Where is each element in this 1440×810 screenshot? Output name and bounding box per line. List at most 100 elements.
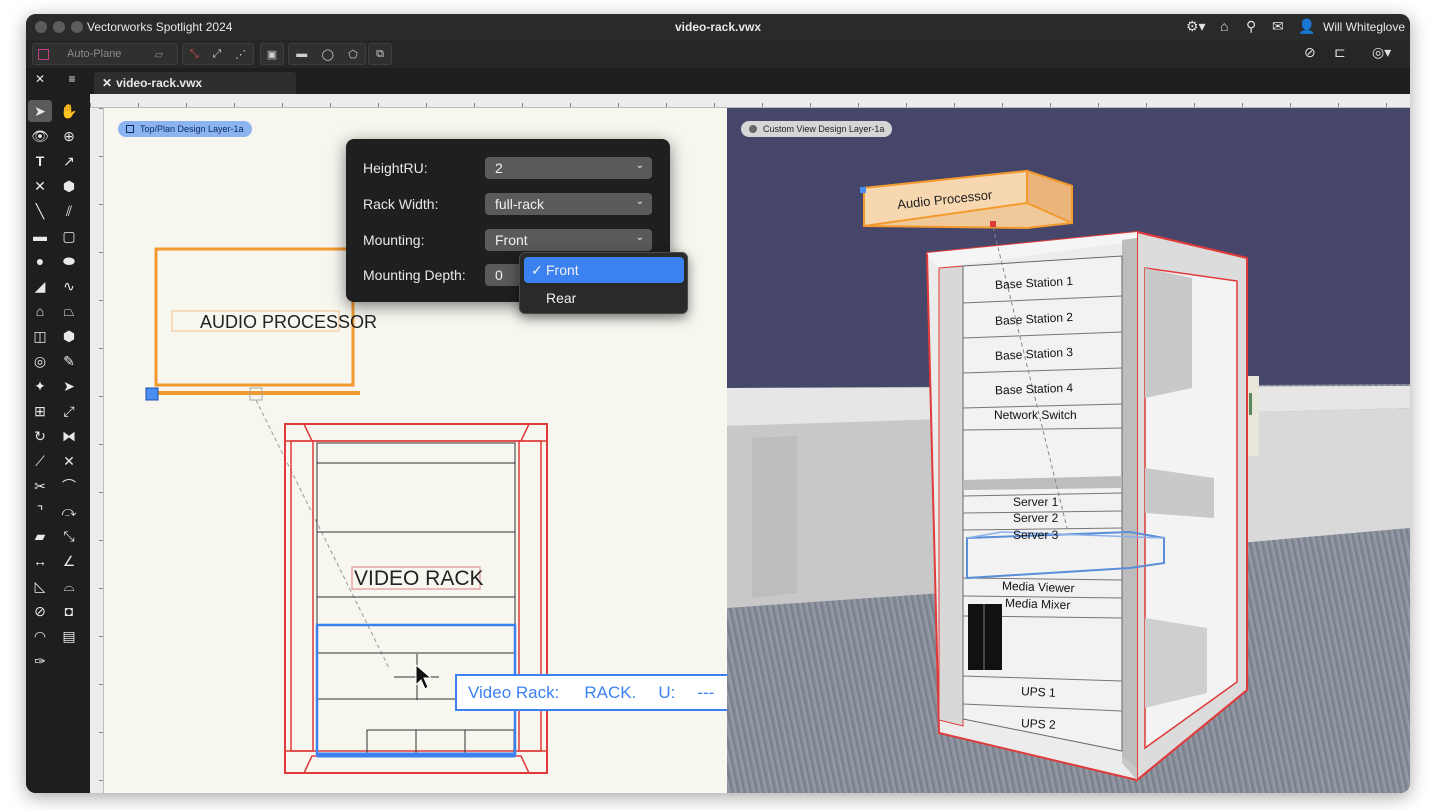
truss-tool-icon[interactable]: ▤ [57, 625, 81, 647]
offset-tool-icon[interactable]: ⤼ [57, 500, 81, 522]
mounting-depth-label: Mounting Depth: [363, 267, 466, 283]
oval-tool-icon[interactable]: ⬬ [57, 250, 81, 272]
snap-to-object-icon[interactable]: ⤡ [190, 48, 199, 61]
text-tool-icon[interactable]: T [28, 150, 52, 172]
locus-tool-icon[interactable]: ✕ [28, 175, 52, 197]
area-tool-icon[interactable]: ◺ [28, 575, 52, 597]
rack-item-label: Base Station 4 [994, 380, 1074, 398]
visibility-icon[interactable]: ⊘ [1304, 44, 1316, 61]
search-icon[interactable]: ⚲ [1246, 18, 1256, 35]
rectangle-marquee-icon[interactable]: ▬ [296, 48, 307, 60]
data-bar-name: Video Rack: [468, 682, 560, 702]
palette-menu-icon[interactable]: ≡ [60, 68, 84, 90]
checkmark-icon: ✓ [531, 261, 543, 278]
rack-item-label: Media Viewer [1001, 578, 1075, 596]
magic-wand-tool-icon[interactable]: ✦ [28, 375, 52, 397]
data-bar-type: RACK. [584, 682, 637, 702]
render-options-icon[interactable]: ◎▾ [1372, 44, 1391, 61]
close-window-button[interactable] [35, 21, 47, 33]
move-tool-icon[interactable]: ⊞ [28, 400, 52, 422]
arc-tool-icon[interactable]: ◢ [28, 275, 52, 297]
mounting-option-rear[interactable]: Rear [524, 285, 684, 311]
snap-to-points-icon[interactable]: ⋰ [235, 48, 246, 61]
rack-item-label: Server 1 [1013, 495, 1059, 509]
attribute-mapping-tool-icon[interactable]: ✑ [28, 650, 52, 672]
snap-group: ⤡ ⤢ ⋰ [182, 43, 254, 65]
polygon-tool-icon[interactable]: ⏢ [57, 300, 81, 322]
spiral-tool-icon[interactable]: ◎ [28, 350, 52, 372]
auto-plane-button[interactable]: Auto-Plane ▱ [32, 43, 178, 65]
lasso-icon[interactable]: ◯ [322, 48, 334, 61]
no-entry-tool-icon[interactable]: ⊘ [28, 600, 52, 622]
double-polyline-tool-icon[interactable]: ◫ [28, 325, 52, 347]
stage-tool-icon[interactable]: ◠ [28, 625, 52, 647]
line-tool-icon[interactable]: ╲ [28, 200, 52, 222]
split-tool-icon[interactable]: ✕ [57, 450, 81, 472]
mail-icon[interactable]: ✉ [1272, 18, 1284, 35]
fillet-tool-icon[interactable]: ⌒ [57, 475, 81, 497]
circle-tool-icon[interactable]: ● [28, 250, 52, 272]
selection-tool-icon[interactable]: ➤ [28, 100, 52, 122]
custom-3d-viewport[interactable]: Custom View Design Layer-1a Audio Proces… [727, 108, 1410, 793]
eyedropper-tool-icon[interactable]: ✎ [57, 350, 81, 372]
freehand-tool-icon[interactable]: ∿ [57, 275, 81, 297]
close-palette-icon[interactable]: ✕ [28, 68, 52, 90]
close-tab-icon[interactable]: ✕ [102, 76, 112, 90]
option-label: Front [546, 262, 579, 278]
symbol-insertion-tool-icon[interactable]: ◘ [57, 600, 81, 622]
plane-icon [38, 49, 49, 60]
custom-view-badge[interactable]: Custom View Design Layer-1a [741, 121, 893, 137]
snap-to-grid-icon[interactable]: ⤢ [212, 48, 221, 61]
crop-icon[interactable]: ⊏ [1334, 44, 1346, 61]
mounting-select[interactable]: Front ⌄ [485, 229, 652, 251]
gear-icon[interactable]: ⚙▾ [1186, 18, 1206, 35]
flyover-tool-icon[interactable]: 👁 [28, 125, 52, 147]
layer-options-icon[interactable]: ▣ [260, 43, 284, 65]
mounting-value: Front [495, 232, 528, 248]
user-icon[interactable]: 👤 [1298, 18, 1315, 35]
connect-tool-icon[interactable]: ⤡ [57, 525, 81, 547]
polygon-marquee-icon[interactable]: ⬠ [348, 48, 358, 61]
visibility-tool-icon[interactable]: ➤ [57, 375, 81, 397]
document-tab[interactable]: ✕ video-rack.vwx [94, 72, 296, 94]
mounting-option-front[interactable]: ✓ Front [524, 257, 684, 283]
title-bar: Vectorworks Spotlight 2024 video-rack.vw… [26, 14, 1410, 40]
rendered-scene [727, 108, 1410, 793]
regular-polygon-tool-icon[interactable]: ⬢ [57, 325, 81, 347]
zoom-window-button[interactable] [71, 21, 83, 33]
eraser-tool-icon[interactable]: ▰ [28, 525, 52, 547]
app-window: Vectorworks Spotlight 2024 video-rack.vw… [26, 14, 1410, 793]
angle-dimension-tool-icon[interactable]: ∠ [57, 550, 81, 572]
curve-tool-icon[interactable]: ⌓ [57, 575, 81, 597]
polyline-tool-icon[interactable]: ⌂ [28, 300, 52, 322]
chevron-down-icon: ⌄ [635, 196, 644, 207]
3d-locus-tool-icon[interactable]: ⬢ [57, 175, 81, 197]
rectangle-tool-icon[interactable]: ▬ [28, 225, 52, 247]
callout-tool-icon[interactable]: ↗ [57, 150, 81, 172]
document-tab-label: video-rack.vwx [116, 76, 203, 90]
dimension-tool-icon[interactable]: ↔ [28, 550, 52, 572]
user-name[interactable]: Will Whiteglove [1323, 20, 1405, 34]
zoom-tool-icon[interactable]: ⊕ [57, 125, 81, 147]
double-line-tool-icon[interactable]: ⫽ [57, 200, 81, 222]
rounded-rectangle-tool-icon[interactable]: ▢ [57, 225, 81, 247]
mirror-tool-icon[interactable]: ⧓ [57, 425, 81, 447]
rack-item-label: UPS 1 [1020, 684, 1057, 700]
scissors-tool-icon[interactable]: ✂ [28, 475, 52, 497]
trim-tool-icon[interactable]: ⟋ [28, 450, 52, 472]
data-bar-u-value: --- [697, 682, 715, 702]
resize-tool-icon[interactable]: ⤢ [57, 400, 81, 422]
tool-palette: ✕ ≡ ➤ ✋ 👁 ⊕ T ↗ ✕ ⬢ ╲ ⫽ ▬ ▢ ● ⬬ ◢ ∿ ⌂ ⏢ … [26, 68, 90, 793]
rack-width-select[interactable]: full-rack ⌄ [485, 193, 652, 215]
data-bar-u-label: U: [658, 682, 676, 702]
chamfer-tool-icon[interactable]: ⌝ [28, 500, 52, 522]
pan-tool-icon[interactable]: ✋ [57, 100, 81, 122]
video-rack-2d[interactable] [284, 423, 548, 774]
height-ru-select[interactable]: 2 ⌄ [485, 157, 652, 179]
horizontal-ruler [90, 94, 1410, 108]
render-mode-icon[interactable]: ⧉ [368, 43, 392, 65]
minimize-window-button[interactable] [53, 21, 65, 33]
home-icon[interactable]: ⌂ [1220, 18, 1228, 34]
rotate-tool-icon[interactable]: ↻ [28, 425, 52, 447]
custom-view-label: Custom View Design Layer-1a [763, 124, 885, 134]
